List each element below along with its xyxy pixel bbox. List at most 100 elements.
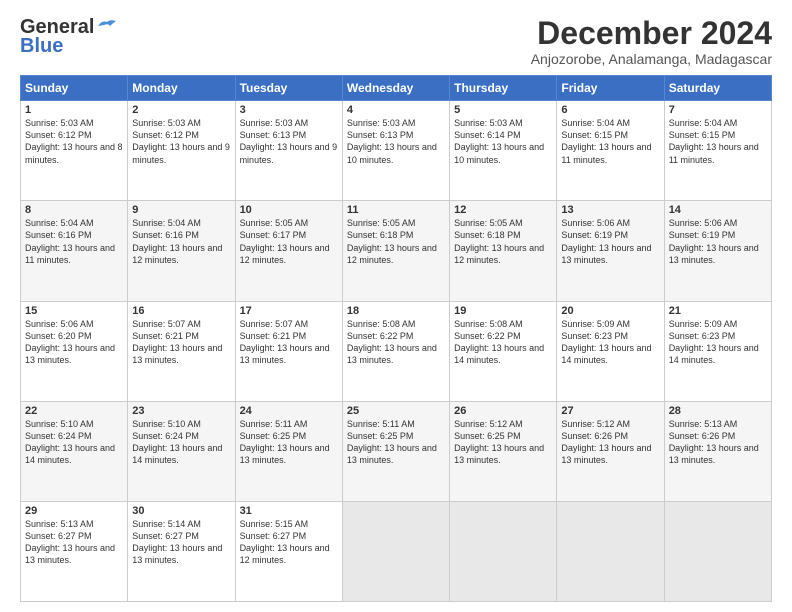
calendar-day-cell xyxy=(557,501,664,601)
day-number: 28 xyxy=(669,405,767,417)
calendar-day-cell: 19Sunrise: 5:08 AMSunset: 6:22 PMDayligh… xyxy=(450,301,557,401)
calendar-day-cell xyxy=(342,501,449,601)
calendar-day-cell: 13Sunrise: 5:06 AMSunset: 6:19 PMDayligh… xyxy=(557,201,664,301)
calendar-day-cell: 22Sunrise: 5:10 AMSunset: 6:24 PMDayligh… xyxy=(21,401,128,501)
calendar-day-cell: 20Sunrise: 5:09 AMSunset: 6:23 PMDayligh… xyxy=(557,301,664,401)
calendar-day-cell: 12Sunrise: 5:05 AMSunset: 6:18 PMDayligh… xyxy=(450,201,557,301)
calendar-day-cell: 23Sunrise: 5:10 AMSunset: 6:24 PMDayligh… xyxy=(128,401,235,501)
day-number: 18 xyxy=(347,305,445,317)
day-info: Sunrise: 5:03 AMSunset: 6:13 PMDaylight:… xyxy=(347,117,445,166)
day-number: 19 xyxy=(454,305,552,317)
day-number: 12 xyxy=(454,204,552,216)
day-number: 6 xyxy=(561,104,659,116)
day-info: Sunrise: 5:04 AMSunset: 6:16 PMDaylight:… xyxy=(132,217,230,266)
calendar-day-cell: 4Sunrise: 5:03 AMSunset: 6:13 PMDaylight… xyxy=(342,101,449,201)
calendar-day-cell: 29Sunrise: 5:13 AMSunset: 6:27 PMDayligh… xyxy=(21,501,128,601)
day-info: Sunrise: 5:04 AMSunset: 6:15 PMDaylight:… xyxy=(561,117,659,166)
col-header-wednesday: Wednesday xyxy=(342,76,449,101)
calendar-day-cell: 3Sunrise: 5:03 AMSunset: 6:13 PMDaylight… xyxy=(235,101,342,201)
day-info: Sunrise: 5:08 AMSunset: 6:22 PMDaylight:… xyxy=(454,318,552,367)
main-title: December 2024 xyxy=(531,16,772,51)
day-number: 5 xyxy=(454,104,552,116)
day-number: 16 xyxy=(132,305,230,317)
calendar-day-cell: 16Sunrise: 5:07 AMSunset: 6:21 PMDayligh… xyxy=(128,301,235,401)
day-number: 7 xyxy=(669,104,767,116)
calendar-day-cell: 26Sunrise: 5:12 AMSunset: 6:25 PMDayligh… xyxy=(450,401,557,501)
calendar-day-cell: 1Sunrise: 5:03 AMSunset: 6:12 PMDaylight… xyxy=(21,101,128,201)
subtitle: Anjozorobe, Analamanga, Madagascar xyxy=(531,51,772,67)
day-info: Sunrise: 5:08 AMSunset: 6:22 PMDaylight:… xyxy=(347,318,445,367)
day-info: Sunrise: 5:11 AMSunset: 6:25 PMDaylight:… xyxy=(240,418,338,467)
calendar-table: SundayMondayTuesdayWednesdayThursdayFrid… xyxy=(20,75,772,602)
day-number: 3 xyxy=(240,104,338,116)
day-info: Sunrise: 5:10 AMSunset: 6:24 PMDaylight:… xyxy=(132,418,230,467)
day-number: 10 xyxy=(240,204,338,216)
calendar-day-cell xyxy=(664,501,771,601)
day-number: 26 xyxy=(454,405,552,417)
calendar-day-cell: 17Sunrise: 5:07 AMSunset: 6:21 PMDayligh… xyxy=(235,301,342,401)
calendar-day-cell: 18Sunrise: 5:08 AMSunset: 6:22 PMDayligh… xyxy=(342,301,449,401)
calendar-day-cell: 15Sunrise: 5:06 AMSunset: 6:20 PMDayligh… xyxy=(21,301,128,401)
day-info: Sunrise: 5:11 AMSunset: 6:25 PMDaylight:… xyxy=(347,418,445,467)
day-number: 20 xyxy=(561,305,659,317)
day-info: Sunrise: 5:14 AMSunset: 6:27 PMDaylight:… xyxy=(132,518,230,567)
calendar-week-row: 1Sunrise: 5:03 AMSunset: 6:12 PMDaylight… xyxy=(21,101,772,201)
day-info: Sunrise: 5:05 AMSunset: 6:17 PMDaylight:… xyxy=(240,217,338,266)
calendar-week-row: 29Sunrise: 5:13 AMSunset: 6:27 PMDayligh… xyxy=(21,501,772,601)
day-info: Sunrise: 5:13 AMSunset: 6:27 PMDaylight:… xyxy=(25,518,123,567)
day-info: Sunrise: 5:09 AMSunset: 6:23 PMDaylight:… xyxy=(561,318,659,367)
day-number: 22 xyxy=(25,405,123,417)
day-number: 13 xyxy=(561,204,659,216)
day-number: 11 xyxy=(347,204,445,216)
day-info: Sunrise: 5:07 AMSunset: 6:21 PMDaylight:… xyxy=(132,318,230,367)
day-number: 25 xyxy=(347,405,445,417)
day-info: Sunrise: 5:09 AMSunset: 6:23 PMDaylight:… xyxy=(669,318,767,367)
calendar-header-row: SundayMondayTuesdayWednesdayThursdayFrid… xyxy=(21,76,772,101)
day-info: Sunrise: 5:03 AMSunset: 6:12 PMDaylight:… xyxy=(132,117,230,166)
day-number: 17 xyxy=(240,305,338,317)
calendar-day-cell: 11Sunrise: 5:05 AMSunset: 6:18 PMDayligh… xyxy=(342,201,449,301)
calendar-day-cell: 30Sunrise: 5:14 AMSunset: 6:27 PMDayligh… xyxy=(128,501,235,601)
day-info: Sunrise: 5:06 AMSunset: 6:20 PMDaylight:… xyxy=(25,318,123,367)
day-number: 2 xyxy=(132,104,230,116)
day-info: Sunrise: 5:04 AMSunset: 6:15 PMDaylight:… xyxy=(669,117,767,166)
calendar-day-cell: 8Sunrise: 5:04 AMSunset: 6:16 PMDaylight… xyxy=(21,201,128,301)
calendar-week-row: 15Sunrise: 5:06 AMSunset: 6:20 PMDayligh… xyxy=(21,301,772,401)
day-number: 1 xyxy=(25,104,123,116)
page: General Blue December 2024 Anjozorobe, A… xyxy=(0,0,792,612)
header: General Blue December 2024 Anjozorobe, A… xyxy=(20,16,772,67)
day-info: Sunrise: 5:15 AMSunset: 6:27 PMDaylight:… xyxy=(240,518,338,567)
day-number: 14 xyxy=(669,204,767,216)
day-number: 8 xyxy=(25,204,123,216)
calendar-week-row: 8Sunrise: 5:04 AMSunset: 6:16 PMDaylight… xyxy=(21,201,772,301)
day-info: Sunrise: 5:12 AMSunset: 6:26 PMDaylight:… xyxy=(561,418,659,467)
day-number: 30 xyxy=(132,505,230,517)
day-info: Sunrise: 5:07 AMSunset: 6:21 PMDaylight:… xyxy=(240,318,338,367)
col-header-thursday: Thursday xyxy=(450,76,557,101)
day-info: Sunrise: 5:13 AMSunset: 6:26 PMDaylight:… xyxy=(669,418,767,467)
day-number: 31 xyxy=(240,505,338,517)
day-info: Sunrise: 5:05 AMSunset: 6:18 PMDaylight:… xyxy=(454,217,552,266)
day-number: 29 xyxy=(25,505,123,517)
day-number: 9 xyxy=(132,204,230,216)
calendar-day-cell: 10Sunrise: 5:05 AMSunset: 6:17 PMDayligh… xyxy=(235,201,342,301)
title-section: December 2024 Anjozorobe, Analamanga, Ma… xyxy=(531,16,772,67)
logo-bird-icon xyxy=(96,18,118,34)
day-number: 27 xyxy=(561,405,659,417)
calendar-day-cell: 27Sunrise: 5:12 AMSunset: 6:26 PMDayligh… xyxy=(557,401,664,501)
calendar-day-cell: 6Sunrise: 5:04 AMSunset: 6:15 PMDaylight… xyxy=(557,101,664,201)
day-number: 24 xyxy=(240,405,338,417)
calendar-day-cell: 21Sunrise: 5:09 AMSunset: 6:23 PMDayligh… xyxy=(664,301,771,401)
day-info: Sunrise: 5:05 AMSunset: 6:18 PMDaylight:… xyxy=(347,217,445,266)
calendar-day-cell: 25Sunrise: 5:11 AMSunset: 6:25 PMDayligh… xyxy=(342,401,449,501)
day-info: Sunrise: 5:03 AMSunset: 6:13 PMDaylight:… xyxy=(240,117,338,166)
calendar-day-cell: 5Sunrise: 5:03 AMSunset: 6:14 PMDaylight… xyxy=(450,101,557,201)
day-info: Sunrise: 5:12 AMSunset: 6:25 PMDaylight:… xyxy=(454,418,552,467)
day-info: Sunrise: 5:03 AMSunset: 6:12 PMDaylight:… xyxy=(25,117,123,166)
col-header-sunday: Sunday xyxy=(21,76,128,101)
day-info: Sunrise: 5:06 AMSunset: 6:19 PMDaylight:… xyxy=(669,217,767,266)
col-header-saturday: Saturday xyxy=(664,76,771,101)
col-header-friday: Friday xyxy=(557,76,664,101)
calendar-day-cell: 24Sunrise: 5:11 AMSunset: 6:25 PMDayligh… xyxy=(235,401,342,501)
day-info: Sunrise: 5:04 AMSunset: 6:16 PMDaylight:… xyxy=(25,217,123,266)
